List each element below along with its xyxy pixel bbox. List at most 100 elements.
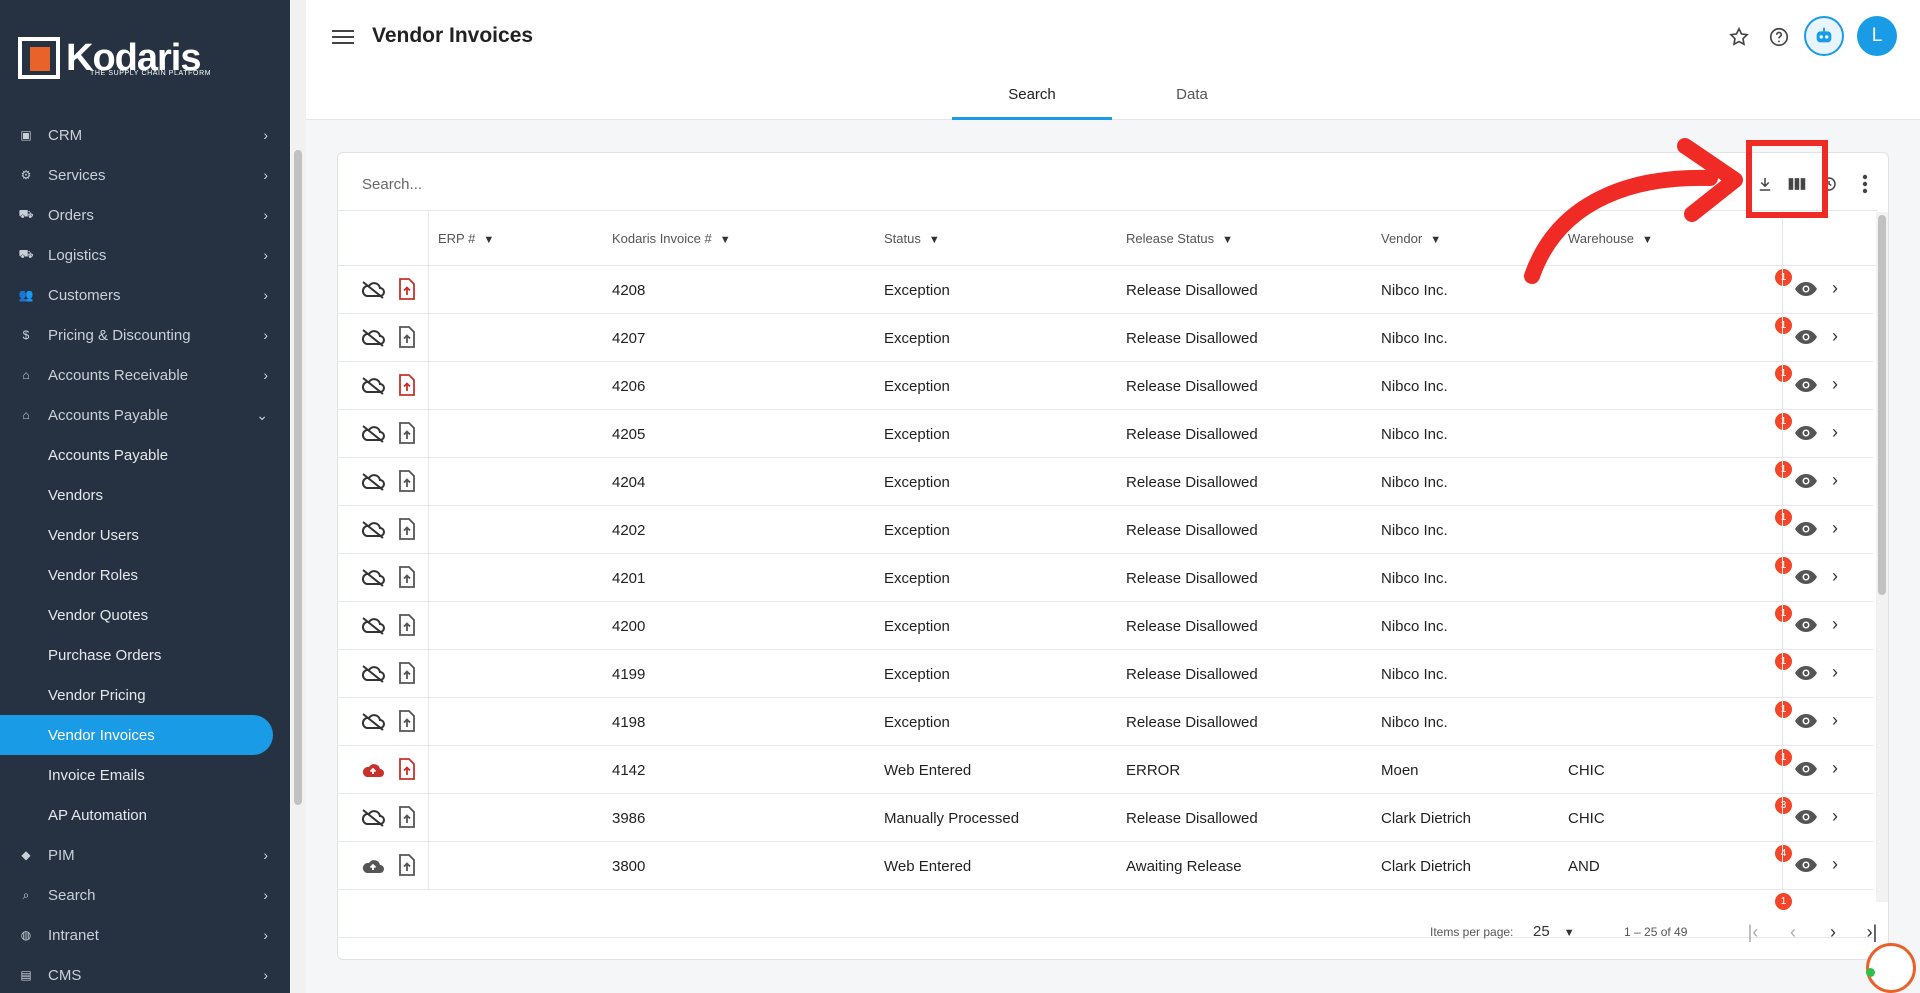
chevron-right-icon[interactable]: › xyxy=(1832,614,1838,635)
sidebar-subitem-vendors[interactable]: Vendors xyxy=(0,475,290,515)
chevron-right-icon[interactable]: › xyxy=(1832,422,1838,443)
eye-icon[interactable] xyxy=(1794,856,1818,874)
file-upload-icon[interactable] xyxy=(398,758,416,780)
kodaris-logo[interactable]: Kodaris THE SUPPLY CHAIN PLATFORM xyxy=(18,36,211,80)
eye-icon[interactable] xyxy=(1794,568,1818,586)
sidebar-subitem-vendor-users[interactable]: Vendor Users xyxy=(0,515,290,555)
column-header-kodaris-invoice[interactable]: Kodaris Invoice # ▼ xyxy=(612,231,731,246)
column-header-erp[interactable]: ERP # ▼ xyxy=(438,231,494,246)
eye-icon[interactable] xyxy=(1794,616,1818,634)
assistant-bot-icon[interactable] xyxy=(1804,16,1844,56)
sidebar-subitem-accounts-payable[interactable]: Accounts Payable xyxy=(0,435,290,475)
sort-down-icon[interactable]: ▼ xyxy=(483,234,494,246)
sidebar-item-orders[interactable]: ⛟ Orders › xyxy=(0,195,290,235)
file-upload-icon[interactable] xyxy=(398,326,416,348)
chevron-right-icon[interactable]: › xyxy=(1832,326,1838,347)
eye-icon[interactable] xyxy=(1794,520,1818,538)
sidebar-subitem-ap-automation[interactable]: AP Automation xyxy=(0,795,290,835)
previous-page-icon[interactable]: ‹ xyxy=(1778,917,1808,947)
next-page-icon[interactable]: › xyxy=(1818,917,1848,947)
table-row[interactable]: 4142 Web Entered ERROR Moen CHIC 1 › xyxy=(338,746,1873,794)
chat-support-icon[interactable] xyxy=(1866,943,1916,993)
eye-icon[interactable] xyxy=(1794,328,1818,346)
sort-down-icon[interactable]: ▼ xyxy=(1642,234,1653,246)
cloud-off-icon[interactable] xyxy=(360,328,386,348)
table-row[interactable]: 4200 Exception Release Disallowed Nibco … xyxy=(338,602,1873,650)
sidebar-subitem-vendor-roles[interactable]: Vendor Roles xyxy=(0,555,290,595)
table-scrollbar-thumb[interactable] xyxy=(1878,215,1886,595)
file-upload-icon[interactable] xyxy=(398,518,416,540)
chevron-right-icon[interactable]: › xyxy=(1832,662,1838,683)
file-upload-icon[interactable] xyxy=(398,710,416,732)
cloud-off-icon[interactable] xyxy=(360,280,386,300)
cloud-off-icon[interactable] xyxy=(360,664,386,684)
file-upload-icon[interactable] xyxy=(398,806,416,828)
chevron-right-icon[interactable]: › xyxy=(1832,470,1838,491)
cloud-upload-icon[interactable] xyxy=(360,760,386,780)
sidebar-scrollbar-thumb[interactable] xyxy=(294,150,302,805)
eye-icon[interactable] xyxy=(1794,280,1818,298)
file-upload-icon[interactable] xyxy=(398,566,416,588)
file-upload-icon[interactable] xyxy=(398,422,416,444)
sidebar-item-logistics[interactable]: ⛟ Logistics › xyxy=(0,235,290,275)
chevron-right-icon[interactable]: › xyxy=(1832,374,1838,395)
last-page-icon[interactable]: ›| xyxy=(1857,917,1887,947)
search-input[interactable] xyxy=(362,172,1162,196)
chevron-right-icon[interactable]: › xyxy=(1832,518,1838,539)
sidebar-item-search[interactable]: ⌕ Search › xyxy=(0,875,290,915)
sidebar-item-services[interactable]: ⚙ Services › xyxy=(0,155,290,195)
eye-icon[interactable] xyxy=(1794,760,1818,778)
column-header-vendor[interactable]: Vendor ▼ xyxy=(1381,231,1441,246)
sidebar-subitem-vendor-quotes[interactable]: Vendor Quotes xyxy=(0,595,290,635)
sort-down-icon[interactable]: ▼ xyxy=(1222,234,1233,246)
file-upload-icon[interactable] xyxy=(398,278,416,300)
table-row[interactable]: 4201 Exception Release Disallowed Nibco … xyxy=(338,554,1873,602)
tab-search[interactable]: Search xyxy=(952,80,1112,120)
sidebar-item-accounts-payable[interactable]: ⌂ Accounts Payable ⌄ xyxy=(0,395,290,435)
table-row[interactable]: 3986 Manually Processed Release Disallow… xyxy=(338,794,1873,842)
file-upload-icon[interactable] xyxy=(398,662,416,684)
chevron-right-icon[interactable]: › xyxy=(1832,806,1838,827)
help-icon[interactable] xyxy=(1766,24,1792,50)
cloud-off-icon[interactable] xyxy=(360,808,386,828)
eye-icon[interactable] xyxy=(1794,424,1818,442)
sort-down-icon[interactable]: ▼ xyxy=(1430,234,1441,246)
sidebar-item-accounts-receivable[interactable]: ⌂ Accounts Receivable › xyxy=(0,355,290,395)
sort-down-icon[interactable]: ▼ xyxy=(720,234,731,246)
chevron-right-icon[interactable]: › xyxy=(1832,758,1838,779)
more-vertical-icon[interactable] xyxy=(1850,169,1880,199)
cloud-upload-icon[interactable] xyxy=(360,856,386,876)
table-row[interactable]: 4208 Exception Release Disallowed Nibco … xyxy=(338,266,1873,314)
sidebar-item-pim[interactable]: ◆ PIM › xyxy=(0,835,290,875)
tab-data[interactable]: Data xyxy=(1112,80,1272,120)
sidebar-subitem-purchase-orders[interactable]: Purchase Orders xyxy=(0,635,290,675)
cloud-off-icon[interactable] xyxy=(360,424,386,444)
sidebar-item-customers[interactable]: 👥 Customers › xyxy=(0,275,290,315)
sidebar-item-pricing-discounting[interactable]: $ Pricing & Discounting › xyxy=(0,315,290,355)
chevron-right-icon[interactable]: › xyxy=(1832,710,1838,731)
sidebar-item-intranet[interactable]: ◍ Intranet › xyxy=(0,915,290,955)
chevron-right-icon[interactable]: › xyxy=(1832,854,1838,875)
table-row[interactable]: 3800 Web Entered Awaiting Release Clark … xyxy=(338,842,1873,890)
table-row[interactable]: 4205 Exception Release Disallowed Nibco … xyxy=(338,410,1873,458)
eye-icon[interactable] xyxy=(1794,808,1818,826)
cloud-off-icon[interactable] xyxy=(360,568,386,588)
items-per-page-select[interactable]: 25 ▼ xyxy=(1533,923,1575,940)
cloud-off-icon[interactable] xyxy=(360,712,386,732)
eye-icon[interactable] xyxy=(1794,376,1818,394)
column-header-release-status[interactable]: Release Status ▼ xyxy=(1126,231,1233,246)
file-upload-icon[interactable] xyxy=(398,374,416,396)
cloud-off-icon[interactable] xyxy=(360,520,386,540)
user-avatar[interactable]: L xyxy=(1857,16,1897,56)
star-icon[interactable] xyxy=(1726,24,1752,50)
table-row[interactable]: 4206 Exception Release Disallowed Nibco … xyxy=(338,362,1873,410)
hamburger-menu-icon[interactable] xyxy=(332,26,354,48)
file-upload-icon[interactable] xyxy=(398,470,416,492)
sidebar-subitem-vendor-pricing[interactable]: Vendor Pricing xyxy=(0,675,290,715)
column-header-warehouse[interactable]: Warehouse ▼ xyxy=(1568,231,1653,246)
table-row[interactable]: 4207 Exception Release Disallowed Nibco … xyxy=(338,314,1873,362)
cloud-off-icon[interactable] xyxy=(360,376,386,396)
sort-down-icon[interactable]: ▼ xyxy=(929,234,940,246)
first-page-icon[interactable]: |‹ xyxy=(1738,917,1768,947)
sidebar-subitem-vendor-invoices[interactable]: Vendor Invoices xyxy=(0,715,273,755)
